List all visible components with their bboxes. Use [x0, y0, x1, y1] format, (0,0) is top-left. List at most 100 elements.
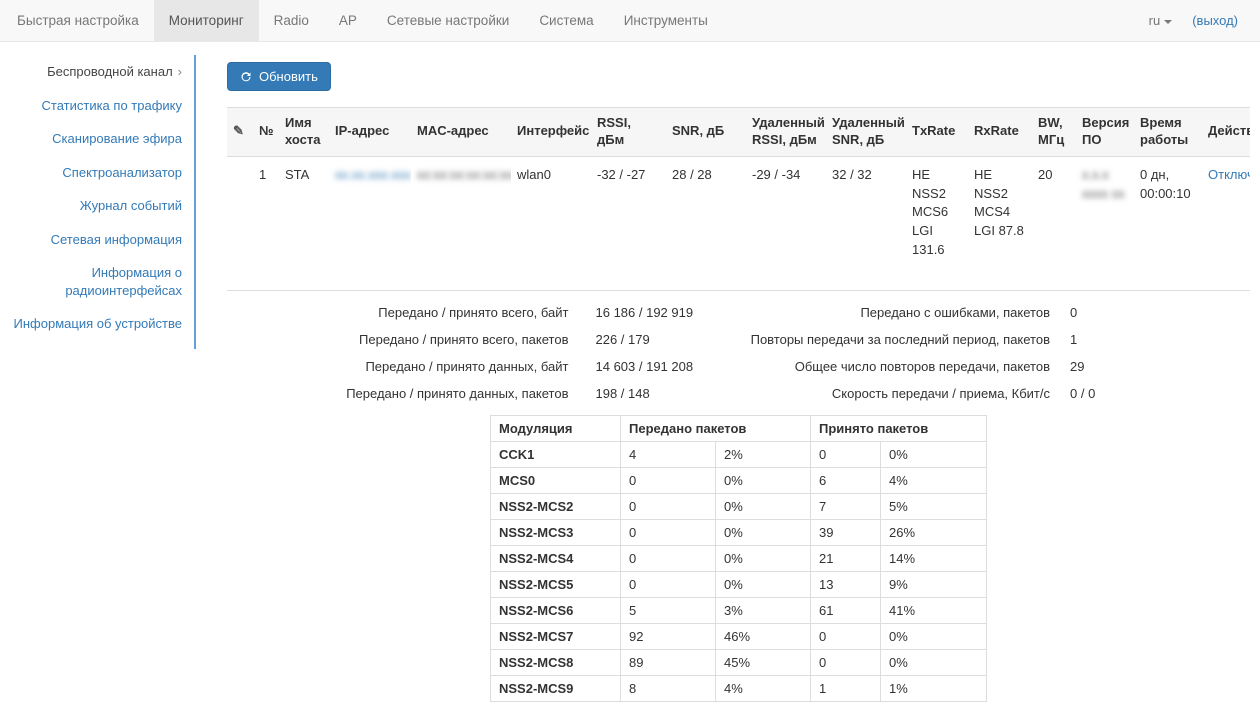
stats-left-column: Передано / принято всего, байт 16 186 / … — [227, 299, 739, 407]
tx-count: 0 — [621, 546, 716, 572]
modulation-row: NSS2-MCS5 0 0% 13 9% — [491, 572, 987, 598]
refresh-button-label: Обновить — [259, 69, 318, 84]
client-number: 1 — [253, 156, 279, 290]
tx-count: 0 — [621, 494, 716, 520]
sidebar-item-link[interactable]: Спектроанализатор› — [62, 165, 182, 180]
modulation-row: NSS2-MCS7 92 46% 0 0% — [491, 624, 987, 650]
modulation-table: Модуляция Передано пакетов Принято пакет… — [490, 415, 987, 702]
nav-item-link[interactable]: Быстрая настройка — [2, 0, 154, 41]
modulation-label: NSS2-MCS2 — [491, 494, 621, 520]
tx-count: 0 — [621, 572, 716, 598]
rx-count: 13 — [811, 572, 881, 598]
client-snr: 28 / 28 — [666, 156, 746, 290]
tx-percent: 2% — [716, 442, 811, 468]
column-header: Удаленный SNR, дБ — [826, 108, 906, 157]
client-firmware-cell: x.x.x xxxx xx — [1076, 156, 1134, 290]
refresh-button[interactable]: Обновить — [227, 62, 331, 91]
language-selector[interactable]: ru — [1149, 13, 1173, 28]
nav-item-link[interactable]: Инструменты — [609, 0, 723, 41]
rx-count: 6 — [811, 468, 881, 494]
modulation-label: MCS0 — [491, 468, 621, 494]
column-header: MAC-адрес — [411, 108, 511, 157]
stat-label: Скорость передачи / приема, Кбит/с — [739, 385, 1051, 402]
modulation-column-header: Модуляция — [491, 416, 621, 442]
column-header: Время работы — [1134, 108, 1202, 157]
stat-row: Передано / принято данных, пакетов 198 /… — [227, 380, 739, 407]
rx-percent: 4% — [881, 468, 987, 494]
nav-item[interactable]: AP — [324, 0, 372, 41]
nav-item-link[interactable]: Система — [524, 0, 608, 41]
rx-percent: 26% — [881, 520, 987, 546]
sidebar-item-link[interactable]: Информация о радиоинтерфейсах› — [65, 265, 182, 298]
navbar-right: ru (выход) — [1149, 0, 1260, 41]
sidebar-item[interactable]: Сканирование эфира› — [0, 122, 194, 156]
nav-item[interactable]: Инструменты — [609, 0, 723, 41]
client-remote-rssi: -29 / -34 — [746, 156, 826, 290]
stat-row: Повторы передачи за последний период, па… — [739, 326, 1251, 353]
column-header: TxRate — [906, 108, 968, 157]
modulation-label: CCK1 — [491, 442, 621, 468]
stat-value: 198 / 148 — [569, 385, 739, 402]
sidebar-item[interactable]: Спектроанализатор› — [0, 156, 194, 190]
statistics-section: Передано / принято всего, байт 16 186 / … — [227, 299, 1250, 407]
sidebar-item-link[interactable]: Статистика по трафику› — [42, 98, 182, 113]
stat-label: Передано / принято данных, пакетов — [227, 385, 569, 402]
client-remote-snr: 32 / 32 — [826, 156, 906, 290]
stat-row: Передано / принято всего, байт 16 186 / … — [227, 299, 739, 326]
sidebar-item-link[interactable]: Сетевая информация› — [51, 232, 182, 247]
nav-item-link[interactable]: Radio — [259, 0, 324, 41]
stats-right-column: Передано с ошибками, пакетов 0 Повторы п… — [739, 299, 1251, 407]
tx-percent: 46% — [716, 624, 811, 650]
disconnect-link[interactable]: Отключить — [1208, 167, 1250, 182]
nav-item-link[interactable]: Мониторинг — [154, 0, 259, 41]
stat-label: Передано / принято всего, пакетов — [227, 331, 569, 348]
nav-item-link[interactable]: Сетевые настройки — [372, 0, 524, 41]
pencil-icon[interactable]: ✎ — [233, 123, 244, 138]
sidebar-item[interactable]: Информация об устройстве› — [0, 307, 194, 341]
sidebar-item-link[interactable]: Беспроводной канал› — [47, 64, 182, 79]
client-mac-cell: xx:xx:xx:xx:xx:xx — [411, 156, 511, 290]
sidebar: Беспроводной канал› Статистика по трафик… — [0, 42, 196, 349]
clients-table: ✎ №Имя хостаIP-адресMAC-адресИнтерфейсRS… — [227, 107, 1250, 291]
stat-value: 226 / 179 — [569, 331, 739, 348]
stat-label: Передано / принято всего, байт — [227, 304, 569, 321]
sidebar-item[interactable]: Беспроводной канал› — [0, 55, 194, 89]
logout-link[interactable]: (выход) — [1192, 13, 1238, 28]
client-bandwidth: 20 — [1032, 156, 1076, 290]
client-firmware-version: x.x.x — [1082, 166, 1128, 185]
column-header: SNR, дБ — [666, 108, 746, 157]
sidebar-item[interactable]: Статистика по трафику› — [0, 89, 194, 123]
stat-label: Общее число повторов передачи, пакетов — [739, 358, 1051, 375]
nav-item[interactable]: Быстрая настройка — [2, 0, 154, 41]
client-ip-link[interactable]: xx.xx.xxx.xxx — [335, 167, 411, 182]
modulation-label: NSS2-MCS5 — [491, 572, 621, 598]
client-mac: xx:xx:xx:xx:xx:xx — [417, 167, 511, 182]
nav-item[interactable]: Сетевые настройки — [372, 0, 524, 41]
sidebar-item-link[interactable]: Сканирование эфира› — [52, 131, 182, 146]
nav-item-link[interactable]: AP — [324, 0, 372, 41]
modulation-row: NSS2-MCS3 0 0% 39 26% — [491, 520, 987, 546]
modulation-label: NSS2-MCS7 — [491, 624, 621, 650]
sidebar-item-link[interactable]: Информация об устройстве› — [14, 316, 182, 331]
stat-value: 29 — [1050, 358, 1250, 375]
nav-item[interactable]: Radio — [259, 0, 324, 41]
top-nav-menu: Быстрая настройкаМониторингRadioAPСетевы… — [0, 0, 723, 41]
rx-count: 61 — [811, 598, 881, 624]
clients-header-row: ✎ №Имя хостаIP-адресMAC-адресИнтерфейсRS… — [227, 108, 1250, 157]
rx-percent: 41% — [881, 598, 987, 624]
sidebar-item-label: Информация об устройстве — [14, 316, 182, 331]
language-label: ru — [1149, 13, 1161, 28]
edit-column-header: ✎ — [227, 108, 253, 157]
tx-percent: 4% — [716, 676, 811, 702]
tx-percent: 3% — [716, 598, 811, 624]
sidebar-item-label: Статистика по трафику — [42, 98, 182, 113]
sidebar-item[interactable]: Сетевая информация› — [0, 223, 194, 257]
rx-percent: 0% — [881, 650, 987, 676]
rx-percent: 1% — [881, 676, 987, 702]
nav-item[interactable]: Мониторинг — [154, 0, 259, 41]
sidebar-item-link[interactable]: Журнал событий› — [80, 198, 182, 213]
sidebar-item[interactable]: Журнал событий› — [0, 189, 194, 223]
sidebar-item[interactable]: Информация о радиоинтерфейсах› — [0, 256, 194, 307]
nav-item[interactable]: Система — [524, 0, 608, 41]
column-header: Версия ПО — [1076, 108, 1134, 157]
